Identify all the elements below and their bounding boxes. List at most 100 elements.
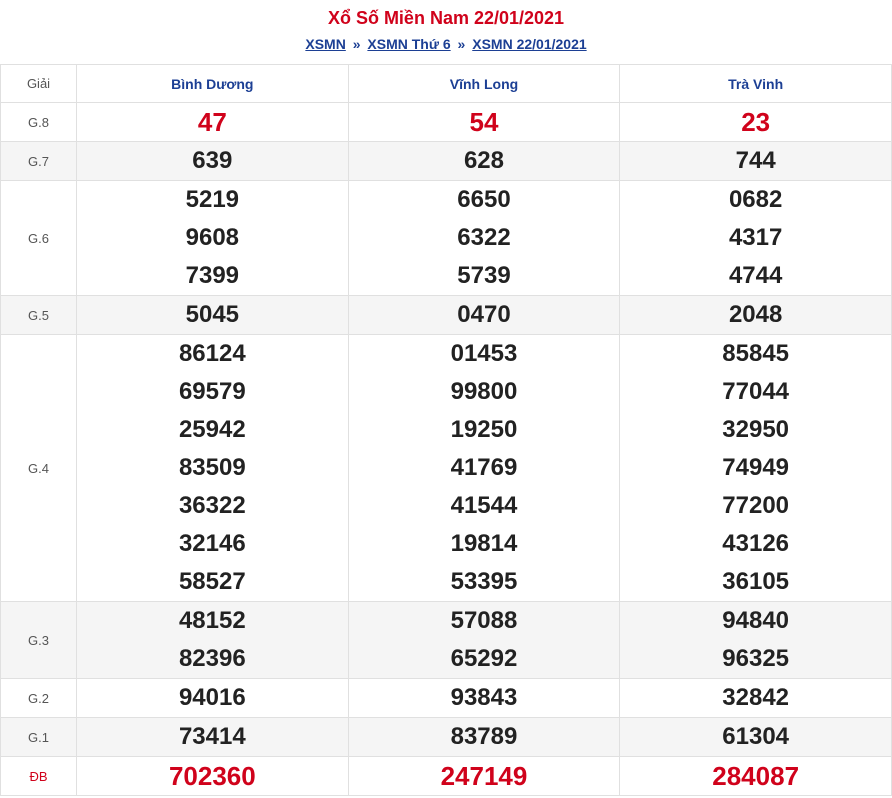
winning-number: 702360 bbox=[168, 761, 256, 791]
winning-number: 94840 bbox=[722, 607, 790, 634]
prize-cell: 93843 bbox=[347, 678, 621, 718]
winning-number: 4317 bbox=[728, 224, 783, 251]
winning-number: 85845 bbox=[722, 340, 790, 367]
prize-row: G.4 86124 69579 25942 83509 36322 32146 58527 01… bbox=[0, 334, 892, 602]
winning-number: 47 bbox=[197, 107, 227, 137]
province-header-binh-duong: Bình Dương bbox=[76, 64, 349, 103]
prize-cell: 628 bbox=[347, 141, 621, 181]
breadcrumb-link-xsmn-date[interactable]: XSMN 22/01/2021 bbox=[472, 36, 586, 52]
prize-cell: 85845 77044 32950 74949 77200 43126 36105 bbox=[619, 334, 892, 602]
winning-number: 5219 bbox=[185, 186, 240, 213]
prize-row: G.6 5219 9608 7399 6650 6322 5739 0682 4317 4744 bbox=[0, 180, 892, 296]
prize-label: G.7 bbox=[0, 141, 77, 181]
prize-label: G.5 bbox=[0, 295, 77, 335]
winning-number: 48152 bbox=[178, 607, 246, 634]
winning-number: 32146 bbox=[178, 530, 246, 557]
prize-cell: 94016 bbox=[76, 678, 349, 718]
prize-cell: 5219 9608 7399 bbox=[76, 180, 349, 296]
prize-label: G.1 bbox=[0, 717, 77, 757]
winning-number: 628 bbox=[463, 147, 504, 174]
prize-cell: 83789 bbox=[347, 717, 621, 757]
winning-number: 23 bbox=[741, 107, 771, 137]
winning-number: 284087 bbox=[712, 761, 800, 791]
prize-label: G.2 bbox=[0, 678, 77, 718]
prize-label: G.3 bbox=[0, 601, 77, 679]
prize-cell: 744 bbox=[619, 141, 892, 181]
prize-row: G.8 47 54 23 bbox=[0, 102, 892, 142]
breadcrumb-link-xsmn-friday[interactable]: XSMN Thứ 6 bbox=[367, 36, 450, 52]
breadcrumb-separator: » bbox=[457, 36, 466, 52]
winning-number: 54 bbox=[469, 107, 499, 137]
prize-cell: 01453 99800 19250 41769 41544 19814 53395 bbox=[347, 334, 621, 602]
prize-label: G.8 bbox=[0, 102, 77, 142]
winning-number: 77044 bbox=[722, 378, 790, 405]
prize-cell: 32842 bbox=[619, 678, 892, 718]
winning-number: 19250 bbox=[450, 416, 518, 443]
winning-number: 41769 bbox=[450, 454, 518, 481]
winning-number: 5045 bbox=[185, 301, 240, 328]
prize-cell: 57088 65292 bbox=[347, 601, 621, 679]
winning-number: 36105 bbox=[722, 568, 790, 595]
results-body: G.8 47 54 23 G.7 639 628 744 G.6 5219 9608 7399 6650… bbox=[0, 102, 892, 796]
prize-cell: 23 bbox=[619, 102, 892, 142]
breadcrumb-link-xsmn[interactable]: XSMN bbox=[305, 36, 345, 52]
winning-number: 69579 bbox=[178, 378, 246, 405]
winning-number: 32950 bbox=[722, 416, 790, 443]
prize-cell: 247149 bbox=[347, 756, 621, 796]
winning-number: 6650 bbox=[457, 186, 511, 213]
winning-number: 247149 bbox=[440, 761, 528, 791]
prize-cell: 2048 bbox=[619, 295, 892, 335]
winning-number: 9608 bbox=[185, 224, 240, 251]
prize-row: G.5 5045 0470 2048 bbox=[0, 295, 892, 335]
results-table: Giải Bình Dương Vĩnh Long Trà Vinh G.8 47… bbox=[0, 64, 892, 796]
prize-column-header: Giải bbox=[0, 64, 77, 103]
prize-cell: 6650 6322 5739 bbox=[347, 180, 621, 296]
winning-number: 36322 bbox=[178, 492, 246, 519]
prize-row: G.7 639 628 744 bbox=[0, 141, 892, 181]
winning-number: 639 bbox=[192, 147, 233, 174]
prize-cell: 94840 96325 bbox=[619, 601, 892, 679]
winning-number: 83509 bbox=[178, 454, 246, 481]
prize-cell: 5045 bbox=[76, 295, 349, 335]
prize-cell: 61304 bbox=[619, 717, 892, 757]
prize-cell: 73414 bbox=[76, 717, 349, 757]
winning-number: 74949 bbox=[722, 454, 790, 481]
winning-number: 65292 bbox=[450, 645, 518, 672]
winning-number: 86124 bbox=[178, 340, 246, 367]
prize-row: G.1 73414 83789 61304 bbox=[0, 717, 892, 757]
prize-cell: 86124 69579 25942 83509 36322 32146 58527 bbox=[76, 334, 349, 602]
winning-number: 0682 bbox=[728, 186, 783, 213]
prize-cell: 0470 bbox=[347, 295, 621, 335]
prize-label: ĐB bbox=[0, 756, 77, 796]
prize-row: G.3 48152 82396 57088 65292 94840 96325 bbox=[0, 601, 892, 679]
winning-number: 58527 bbox=[178, 568, 246, 595]
prize-cell: 48152 82396 bbox=[76, 601, 349, 679]
winning-number: 6322 bbox=[457, 224, 511, 251]
winning-number: 99800 bbox=[450, 378, 518, 405]
winning-number: 73414 bbox=[178, 723, 246, 750]
prize-cell: 639 bbox=[76, 141, 349, 181]
winning-number: 41544 bbox=[450, 492, 518, 519]
winning-number: 2048 bbox=[728, 301, 783, 328]
prize-cell: 284087 bbox=[619, 756, 892, 796]
winning-number: 25942 bbox=[178, 416, 246, 443]
winning-number: 82396 bbox=[178, 645, 246, 672]
page-title: Xổ Số Miền Nam 22/01/2021 bbox=[327, 8, 565, 28]
prize-row: G.2 94016 93843 32842 bbox=[0, 678, 892, 718]
prize-label: G.6 bbox=[0, 180, 77, 296]
province-header-vinh-long: Vĩnh Long bbox=[347, 64, 621, 103]
winning-number: 77200 bbox=[722, 492, 790, 519]
province-header-tra-vinh: Trà Vinh bbox=[619, 64, 892, 103]
winning-number: 0470 bbox=[457, 301, 511, 328]
winning-number: 83789 bbox=[450, 723, 518, 750]
prize-cell: 0682 4317 4744 bbox=[619, 180, 892, 296]
page-header: Xổ Số Miền Nam 22/01/2021 XSMN » XSMN Th… bbox=[0, 0, 892, 64]
winning-number: 19814 bbox=[450, 530, 518, 557]
winning-number: 61304 bbox=[722, 723, 790, 750]
winning-number: 43126 bbox=[722, 530, 790, 557]
prize-cell: 702360 bbox=[76, 756, 349, 796]
breadcrumb-separator: » bbox=[352, 36, 361, 52]
winning-number: 96325 bbox=[722, 645, 790, 672]
winning-number: 32842 bbox=[722, 684, 790, 711]
winning-number: 01453 bbox=[450, 340, 518, 367]
